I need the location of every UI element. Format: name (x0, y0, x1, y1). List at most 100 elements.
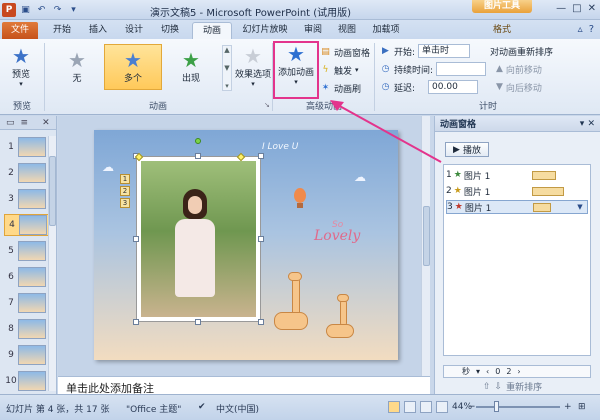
close-button[interactable]: ✕ (588, 3, 596, 14)
slide-thumbnail[interactable]: 2 (4, 162, 50, 184)
anim-pane-button[interactable]: ▤ 动画窗格 (320, 45, 370, 59)
window-controls: — □ ✕ (556, 3, 596, 14)
customize-qat-icon[interactable]: ▾ (67, 4, 80, 17)
chevron-left-icon[interactable]: ‹ (486, 367, 489, 376)
slide-thumbnail[interactable]: 10 (4, 370, 50, 392)
chevron-down-icon[interactable]: ▾ (476, 367, 480, 376)
reorder-label: 重新排序 (506, 383, 543, 393)
slide-thumbnail[interactable]: 7 (4, 292, 50, 314)
animation-item[interactable]: 3 ★ 图片 1 ▼ (446, 200, 588, 214)
resize-handle[interactable] (258, 153, 264, 159)
slides-tab-icon[interactable]: ▭ (6, 118, 15, 128)
tab-animations[interactable]: 动画 (192, 22, 232, 39)
effect-options-button[interactable]: ★ 效果选项 ▾ (234, 45, 272, 88)
fit-slide-icon[interactable]: ⊞ (578, 402, 586, 412)
resize-handle[interactable] (195, 153, 201, 159)
tab-transitions[interactable]: 切换 (154, 22, 186, 39)
pane-close-icon[interactable]: ✕ (42, 118, 50, 128)
animation-item[interactable]: 2 ★ 图片 1 (446, 184, 588, 198)
anim-painter-button[interactable]: ✶ 动画刷 (320, 81, 361, 95)
slide-thumbnail[interactable]: 1 (4, 136, 50, 158)
anim-gallery-none[interactable]: ★ 无 (48, 44, 106, 90)
tab-design[interactable]: 设计 (118, 22, 150, 39)
tab-format[interactable]: 格式 (486, 22, 518, 39)
anim-tag-2[interactable]: 2 (120, 186, 130, 196)
preview-button[interactable]: ★ 预览 ▾ (6, 45, 36, 88)
close-icon[interactable]: ▾ ✕ (580, 119, 595, 129)
anim-gallery-appear[interactable]: ★ 出现 (162, 44, 220, 90)
gallery-scroll[interactable]: ▲ ▼ ▾ (222, 45, 232, 91)
animation-item[interactable]: 1 ★ 图片 1 (446, 168, 588, 182)
start-select[interactable]: 单击时 (418, 44, 471, 58)
slide-thumbnail[interactable]: 4 (4, 214, 50, 236)
photo-object[interactable] (136, 156, 261, 322)
undo-icon[interactable]: ↶ (35, 4, 48, 17)
play-button[interactable]: ▶ 播放 (445, 142, 489, 157)
resize-handle[interactable] (133, 319, 139, 325)
slide-thumbnail[interactable]: 8 (4, 318, 50, 340)
tab-file[interactable]: 文件 (2, 22, 38, 39)
resize-handle[interactable] (258, 236, 264, 242)
zoom-in-icon[interactable]: + (564, 402, 572, 412)
tab-home[interactable]: 开始 (46, 22, 78, 39)
move-earlier-button[interactable]: ▲ 向前移动 (496, 62, 542, 76)
duration-field[interactable] (436, 62, 487, 76)
zoom-slider[interactable] (476, 406, 560, 408)
normal-view-button[interactable] (388, 401, 400, 413)
star-appear-icon: ★ (182, 48, 200, 72)
quick-access-toolbar: P ▣ ↶ ↷ ▾ (2, 2, 80, 18)
notes-pane[interactable]: 单击此处添加备注 (58, 376, 430, 395)
outline-tab-icon[interactable]: ≡ (21, 118, 29, 128)
slide-thumbnail[interactable]: 5 (4, 240, 50, 262)
reorder-up-icon[interactable]: ⇧ (483, 382, 491, 392)
resize-handle[interactable] (195, 319, 201, 325)
help-icon[interactable]: ? (589, 24, 594, 35)
anim-tag-3[interactable]: 3 (120, 198, 130, 208)
minimize-button[interactable]: — (556, 3, 566, 14)
zoom-slider-thumb[interactable] (494, 401, 499, 412)
maximize-button[interactable]: □ (572, 3, 581, 14)
anim-item-name: 图片 1 (463, 187, 491, 198)
group-label-animation: 动画 (148, 102, 167, 112)
delay-field[interactable]: 00.00 (428, 80, 479, 94)
tab-view[interactable]: 视图 (332, 22, 362, 39)
slide-thumbnail[interactable]: 9 (4, 344, 50, 366)
ribbon-tabs: 文件 开始 插入 设计 切换 动画 幻灯片放映 审阅 视图 加载项 格式 ▵ ? (0, 20, 600, 39)
ribbon-collapse-icon[interactable]: ▵ (578, 24, 583, 35)
chevron-down-icon[interactable]: ▼ (575, 202, 585, 212)
tab-addins[interactable]: 加载项 (368, 22, 404, 39)
chevron-right-icon[interactable]: › (517, 367, 520, 376)
slide-number: 3 (8, 194, 14, 204)
slide-preview (18, 371, 46, 391)
reading-view-button[interactable] (420, 401, 432, 413)
painter-icon: ✶ (321, 83, 330, 93)
slide-thumbnail[interactable]: 6 (4, 266, 50, 288)
resize-handle[interactable] (258, 319, 264, 325)
reorder-down-icon[interactable]: ⇩ (495, 382, 503, 392)
tab-insert[interactable]: 插入 (82, 22, 114, 39)
arrow-down-icon: ▼ (496, 82, 503, 92)
tab-review[interactable]: 审阅 (298, 22, 328, 39)
anim-tag-1[interactable]: 1 (120, 174, 130, 184)
anim-gallery-multi[interactable]: ★ 多个 (104, 44, 162, 90)
spellcheck-icon[interactable]: ✔ (198, 402, 206, 412)
tab-slideshow[interactable]: 幻灯片放映 (238, 22, 292, 39)
slideshow-view-button[interactable] (436, 401, 448, 413)
redo-icon[interactable]: ↷ (51, 4, 64, 17)
slide-number: 6 (8, 272, 14, 282)
move-later-button[interactable]: ▼ 向后移动 (496, 80, 542, 94)
play-label: 播放 (462, 146, 481, 156)
slide-canvas[interactable]: 1 2 3 I Love U So Lovely ☁ ☁ (94, 130, 398, 360)
seconds-label[interactable]: 秒 (462, 366, 470, 377)
rotate-handle[interactable] (195, 138, 201, 144)
slide-thumbnail[interactable]: 3 (4, 188, 50, 210)
editor-vertical-scrollbar[interactable] (421, 116, 430, 376)
dialog-launcher-icon[interactable]: ↘ (264, 101, 270, 109)
sorter-view-button[interactable] (404, 401, 416, 413)
trigger-button[interactable]: ϟ 触发 ▾ (320, 63, 359, 77)
slides-pane-scrollbar[interactable] (48, 136, 56, 391)
save-icon[interactable]: ▣ (19, 4, 32, 17)
resize-handle[interactable] (133, 236, 139, 242)
zoom-out-icon[interactable]: − (468, 402, 476, 412)
effect-options-icon: ★ (244, 44, 262, 68)
